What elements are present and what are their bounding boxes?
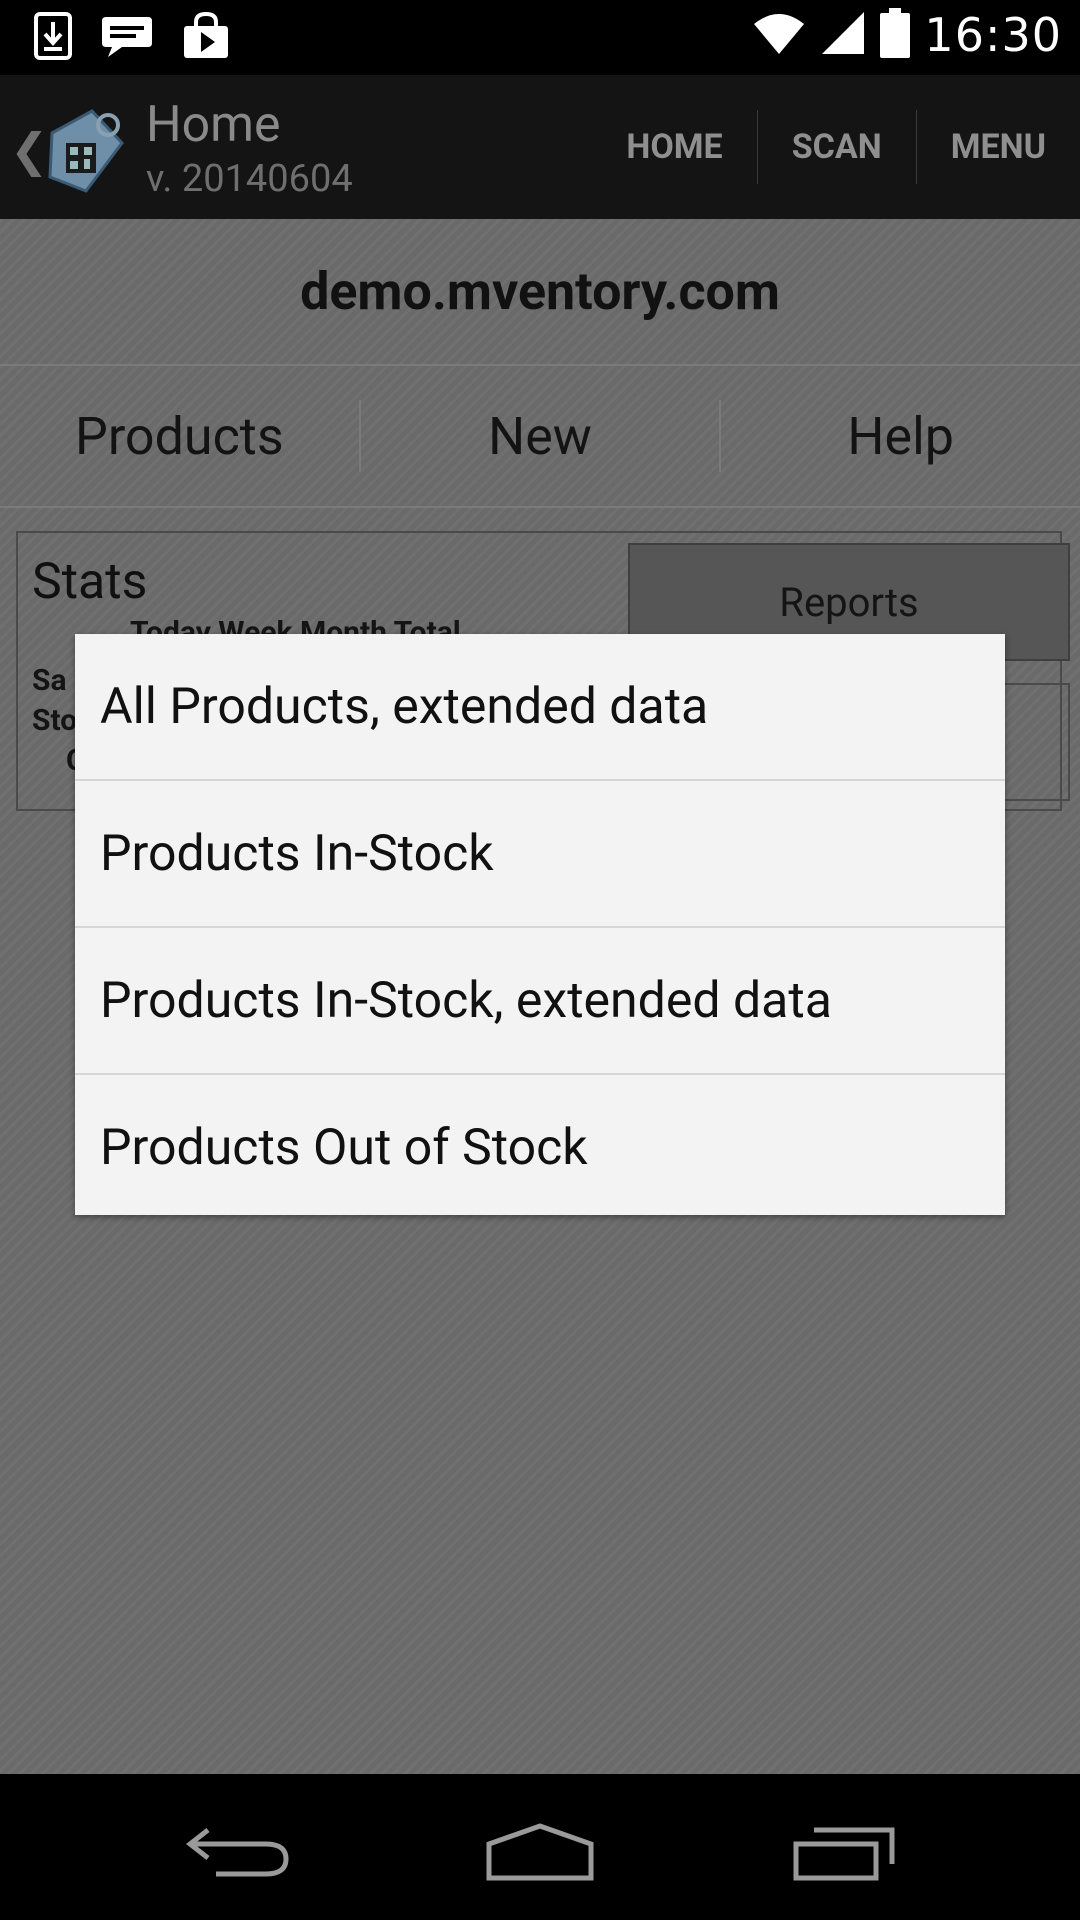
system-icons: 16:30 bbox=[752, 8, 1062, 62]
download-icon bbox=[34, 12, 72, 64]
recent-apps-icon[interactable] bbox=[792, 1826, 896, 1886]
dialog-option-all-products-extended[interactable]: All Products, extended data bbox=[75, 634, 1005, 781]
home-action-button[interactable]: HOME bbox=[592, 75, 756, 219]
tab-new[interactable]: New bbox=[361, 406, 720, 467]
clock: 16:30 bbox=[924, 8, 1062, 62]
signal-icon bbox=[820, 10, 866, 60]
tab-products[interactable]: Products bbox=[0, 406, 359, 467]
chat-bubble-icon bbox=[100, 13, 154, 63]
title-block: Home v. 20140604 bbox=[146, 95, 353, 203]
app-logo-icon[interactable] bbox=[42, 103, 128, 199]
action-bar: ❮ Home v. 20140604 HOME SCAN MENU bbox=[0, 75, 1080, 219]
back-icon[interactable] bbox=[185, 1826, 290, 1882]
app-version: v. 20140604 bbox=[146, 157, 353, 201]
action-buttons: HOME SCAN MENU bbox=[592, 75, 1080, 219]
stats-title: Stats bbox=[32, 553, 148, 611]
status-bar: 16:30 bbox=[0, 0, 1080, 75]
wifi-icon bbox=[752, 10, 806, 60]
page-title: Home bbox=[146, 96, 281, 154]
dialog-option-products-out-of-stock[interactable]: Products Out of Stock bbox=[75, 1075, 1005, 1220]
play-store-icon bbox=[182, 11, 230, 64]
notification-icons bbox=[34, 11, 230, 64]
dialog-option-products-in-stock[interactable]: Products In-Stock bbox=[75, 781, 1005, 928]
report-options-dialog: All Products, extended data Products In-… bbox=[75, 634, 1005, 1215]
nav-tabs: Products New Help bbox=[0, 366, 1080, 508]
menu-action-button[interactable]: MENU bbox=[917, 75, 1080, 219]
stats-row-label: Sto bbox=[32, 703, 78, 738]
dialog-option-products-in-stock-extended[interactable]: Products In-Stock, extended data bbox=[75, 928, 1005, 1075]
battery-icon bbox=[880, 8, 911, 62]
stats-row-label: Sa bbox=[32, 663, 67, 698]
system-nav-bar bbox=[0, 1774, 1080, 1920]
tab-help[interactable]: Help bbox=[721, 406, 1080, 467]
scan-action-button[interactable]: SCAN bbox=[758, 75, 916, 219]
home-icon[interactable] bbox=[485, 1822, 595, 1886]
store-domain: demo.mventory.com bbox=[0, 219, 1080, 366]
